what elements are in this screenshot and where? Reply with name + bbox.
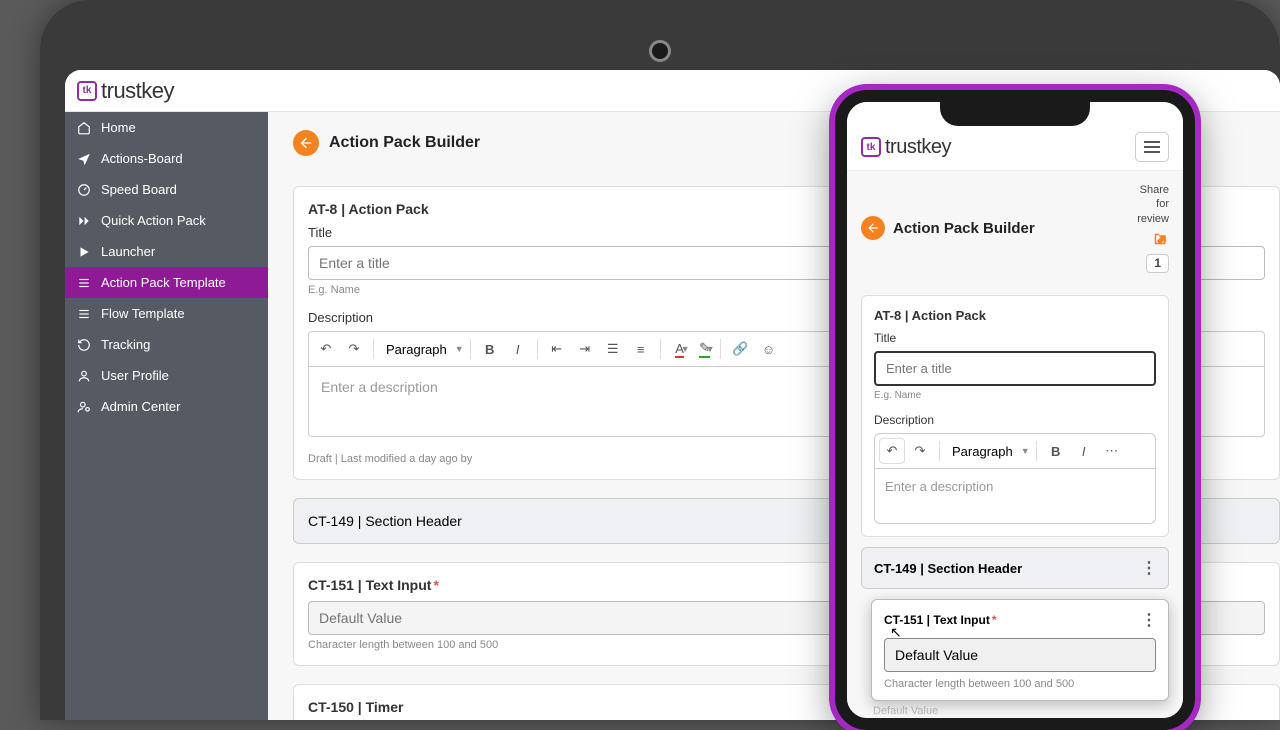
sidebar-item-speed-board[interactable]: Speed Board — [65, 174, 268, 205]
gauge-icon — [77, 183, 91, 197]
title-helper: E.g. Name — [874, 390, 1156, 401]
toolbar-separator — [720, 339, 721, 359]
arrow-left-icon — [298, 135, 314, 151]
phone-title-row: Action Pack Builder Share for review 1 — [847, 171, 1183, 285]
required-asterisk: * — [433, 577, 438, 593]
tablet-camera — [649, 40, 671, 62]
kebab-menu-icon[interactable]: ⋮ — [1141, 558, 1156, 578]
phone-description-editor[interactable]: Enter a description — [874, 469, 1156, 524]
bold-button[interactable]: B — [477, 336, 503, 362]
toolbar-separator — [939, 441, 940, 461]
sidebar-item-label: Actions-Board — [101, 151, 183, 166]
sidebar-item-label: Admin Center — [101, 399, 180, 414]
card-heading: AT-8 | Action Pack — [874, 308, 1156, 323]
phone-page-title: Action Pack Builder — [893, 220, 1035, 237]
review-count-badge: 1 — [1146, 254, 1169, 274]
brand-logo[interactable]: tk trustkey — [77, 78, 174, 104]
sidebar-item-action-pack-template[interactable]: Action Pack Template — [65, 267, 268, 298]
back-button[interactable] — [293, 130, 319, 156]
phone-default-value-input[interactable] — [884, 638, 1156, 672]
char-length-helper: Character length between 100 and 500 — [884, 678, 1156, 690]
phone-rte-toolbar: ↶ ↷ Paragraph▼ B I ⋯ — [874, 433, 1156, 469]
hamburger-icon — [1144, 141, 1160, 143]
share-for-review[interactable]: Share for review 1 — [1137, 183, 1169, 273]
sidebar-item-label: Launcher — [101, 244, 155, 259]
bullet-list-button[interactable]: ≡ — [628, 336, 654, 362]
sidebar-item-label: Speed Board — [101, 182, 177, 197]
highlight-button[interactable]: ✎ — [692, 336, 718, 362]
toolbar-separator — [1036, 441, 1037, 461]
text-color-button[interactable]: A — [667, 336, 693, 362]
list-alt-icon — [77, 307, 91, 321]
sidebar-item-user-profile[interactable]: User Profile — [65, 360, 268, 391]
emoji-button[interactable]: ☺ — [755, 336, 781, 362]
phone-notch — [940, 100, 1090, 126]
title-label: Title — [874, 331, 1156, 345]
phone-back-button[interactable] — [861, 216, 885, 240]
sidebar-item-label: Quick Action Pack — [101, 213, 206, 228]
description-label: Description — [874, 413, 1156, 427]
page-title: Action Pack Builder — [329, 134, 480, 152]
sidebar-item-label: Action Pack Template — [101, 275, 226, 290]
sidebar-item-quick-action-pack[interactable]: Quick Action Pack — [65, 205, 268, 236]
list-icon — [77, 276, 91, 290]
kebab-menu-icon[interactable]: ⋮ — [1141, 610, 1156, 630]
user-cog-icon — [77, 400, 91, 414]
sidebar-nav: Home Actions-Board Speed Board Quick Act… — [65, 112, 268, 720]
toolbar-separator — [470, 339, 471, 359]
sidebar-item-home[interactable]: Home — [65, 112, 268, 143]
sidebar-item-tracking[interactable]: Tracking — [65, 329, 268, 360]
sidebar-item-label: Home — [101, 120, 136, 135]
logo-badge-icon: tk — [861, 137, 881, 157]
numbered-list-button[interactable]: ☰ — [600, 336, 626, 362]
toolbar-separator — [373, 339, 374, 359]
italic-button[interactable]: I — [505, 336, 531, 362]
phone-drag-card[interactable]: ↖ CT-151 | Text Input* ⋮ Character lengt… — [871, 599, 1169, 701]
sidebar-item-launcher[interactable]: Launcher — [65, 236, 268, 267]
indent-button[interactable]: ⇥ — [572, 336, 598, 362]
brand-name: trustkey — [885, 136, 951, 159]
undo-button[interactable]: ↶ — [879, 438, 905, 464]
menu-toggle-button[interactable] — [1135, 132, 1169, 162]
sidebar-item-label: User Profile — [101, 368, 169, 383]
sidebar-item-actions-board[interactable]: Actions-Board — [65, 143, 268, 174]
more-button[interactable]: ⋯ — [1099, 438, 1125, 464]
phone-action-pack-card: AT-8 | Action Pack Title E.g. Name Descr… — [861, 295, 1169, 537]
phone-preview-frame: tk trustkey Action Pack Builder Share fo… — [835, 90, 1195, 730]
phone-screen: tk trustkey Action Pack Builder Share fo… — [847, 102, 1183, 718]
toolbar-separator — [660, 339, 661, 359]
paragraph-dropdown[interactable]: Paragraph — [380, 338, 467, 361]
required-asterisk: * — [992, 613, 997, 627]
phone-section-header[interactable]: CT-149 | Section Header ⋮ — [861, 547, 1169, 589]
play-icon — [77, 245, 91, 259]
link-button[interactable]: 🔗 — [727, 336, 753, 362]
logo-badge-icon: tk — [77, 81, 97, 101]
user-icon — [77, 369, 91, 383]
toolbar-separator — [537, 339, 538, 359]
phone-title-input[interactable] — [874, 351, 1156, 386]
paragraph-dropdown[interactable]: Paragraph — [946, 440, 1033, 463]
italic-button[interactable]: I — [1071, 438, 1097, 464]
sidebar-item-label: Flow Template — [101, 306, 185, 321]
fast-forward-icon — [77, 214, 91, 228]
arrow-left-icon — [866, 221, 880, 235]
home-icon — [77, 121, 91, 135]
phone-brand-logo[interactable]: tk trustkey — [861, 136, 951, 159]
sidebar-item-flow-template[interactable]: Flow Template — [65, 298, 268, 329]
sidebar-item-label: Tracking — [101, 337, 150, 352]
brand-name: trustkey — [101, 78, 174, 104]
redo-button[interactable]: ↷ — [907, 438, 933, 464]
phone-faded-default: Default Value — [861, 705, 1169, 717]
redo-button[interactable]: ↷ — [341, 336, 367, 362]
outdent-button[interactable]: ⇤ — [544, 336, 570, 362]
sidebar-item-admin-center[interactable]: Admin Center — [65, 391, 268, 422]
bold-button[interactable]: B — [1043, 438, 1069, 464]
share-icon — [1151, 230, 1169, 248]
history-icon — [77, 338, 91, 352]
location-arrow-icon — [77, 152, 91, 166]
undo-button[interactable]: ↶ — [313, 336, 339, 362]
